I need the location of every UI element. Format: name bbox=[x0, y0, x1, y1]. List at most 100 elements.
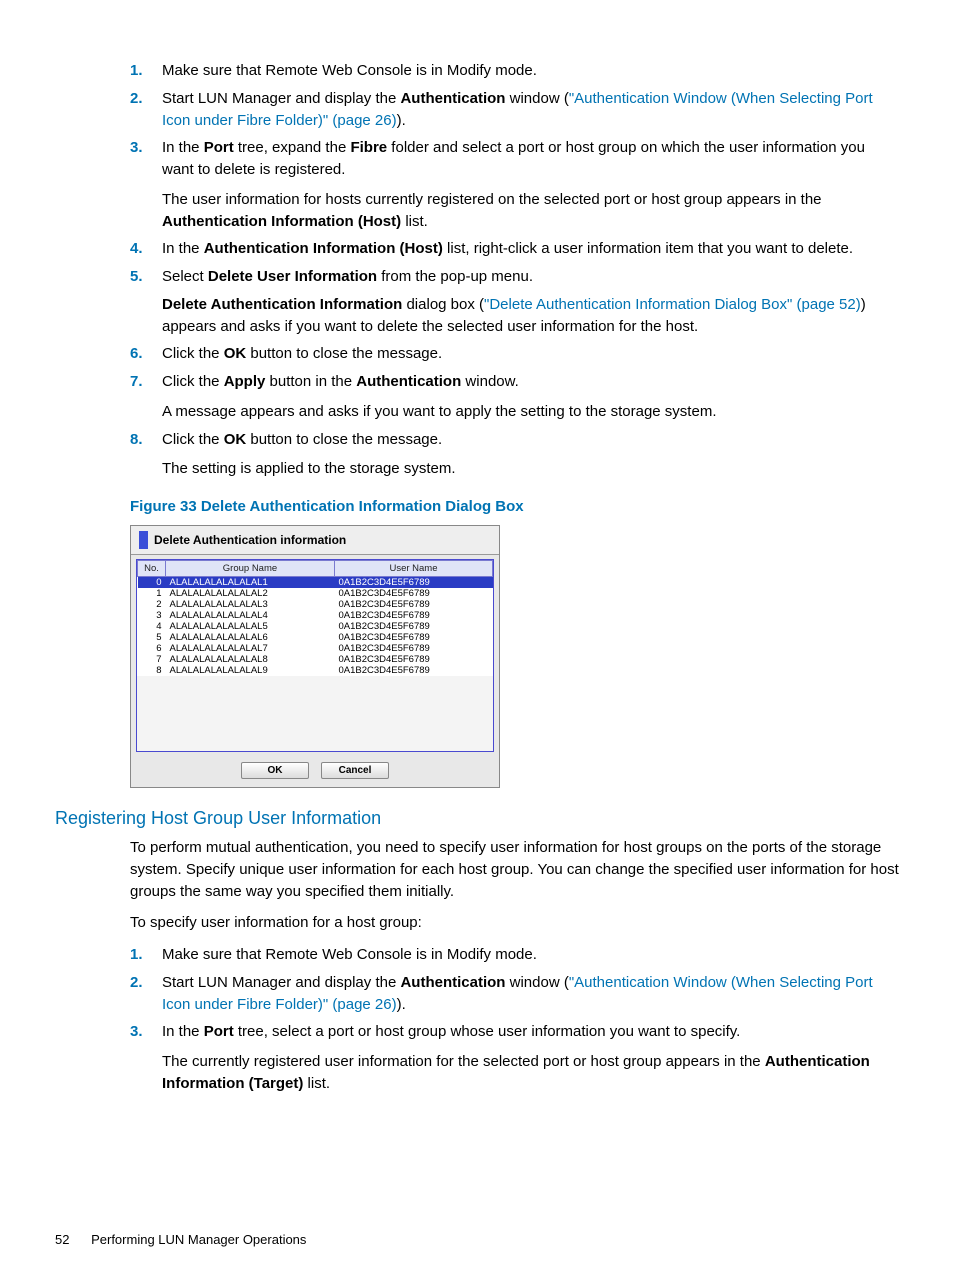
cell-user: 0A1B2C3D4E5F6789 bbox=[334, 621, 492, 632]
text: Click the bbox=[162, 373, 224, 390]
text: tree, expand the bbox=[234, 139, 351, 156]
cell-group: ALALALALALALALAL9 bbox=[166, 665, 335, 676]
cell-group: ALALALALALALALAL3 bbox=[166, 599, 335, 610]
step-number: 2. bbox=[130, 88, 162, 110]
steps-list-2: 1. Make sure that Remote Web Console is … bbox=[130, 944, 899, 1095]
table-row[interactable]: 8ALALALALALALALAL90A1B2C3D4E5F6789 bbox=[138, 665, 493, 676]
text: button to close the message. bbox=[246, 345, 442, 362]
page-number: 52 bbox=[55, 1232, 69, 1247]
figure-caption: Figure 33 Delete Authentication Informat… bbox=[130, 498, 899, 515]
text: In the bbox=[162, 1023, 204, 1040]
step-number: 5. bbox=[130, 266, 162, 288]
table-row[interactable]: 7ALALALALALALALAL80A1B2C3D4E5F6789 bbox=[138, 654, 493, 665]
page-footer: 52 Performing LUN Manager Operations bbox=[55, 1232, 306, 1247]
bold: Authentication Information (Host) bbox=[162, 213, 401, 230]
delete-auth-dialog: Delete Authentication information No. Gr… bbox=[130, 525, 500, 788]
steps-list-1: 1. Make sure that Remote Web Console is … bbox=[130, 60, 899, 480]
text: button to close the message. bbox=[246, 431, 442, 448]
step-number: 3. bbox=[130, 1021, 162, 1043]
dialog-title-label: Delete Authentication information bbox=[154, 533, 346, 547]
cell-group: ALALALALALALALAL2 bbox=[166, 588, 335, 599]
text: Click the bbox=[162, 431, 224, 448]
cell-group: ALALALALALALALAL4 bbox=[166, 610, 335, 621]
col-no: No. bbox=[138, 561, 166, 577]
text: In the bbox=[162, 139, 204, 156]
cell-no: 0 bbox=[138, 577, 166, 589]
cell-user: 0A1B2C3D4E5F6789 bbox=[334, 632, 492, 643]
link-delete-auth-dialog[interactable]: "Delete Authentication Information Dialo… bbox=[484, 296, 861, 313]
bold: Authentication bbox=[400, 974, 505, 991]
cell-group: ALALALALALALALAL5 bbox=[166, 621, 335, 632]
text: Start LUN Manager and display the bbox=[162, 974, 400, 991]
step-number: 3. bbox=[130, 137, 162, 159]
cell-group: ALALALALALALALAL6 bbox=[166, 632, 335, 643]
section-heading: Registering Host Group User Information bbox=[55, 808, 899, 829]
cancel-button[interactable]: Cancel bbox=[321, 762, 389, 779]
step-body: Click the OK button to close the message… bbox=[162, 343, 899, 365]
bold: Delete User Information bbox=[208, 268, 377, 285]
step-body: Make sure that Remote Web Console is in … bbox=[162, 60, 899, 82]
step-number: 6. bbox=[130, 343, 162, 365]
text: ). bbox=[397, 996, 406, 1013]
bold: OK bbox=[224, 431, 247, 448]
text: from the pop-up menu. bbox=[377, 268, 533, 285]
cell-user: 0A1B2C3D4E5F6789 bbox=[334, 610, 492, 621]
step-body: In the Port tree, select a port or host … bbox=[162, 1021, 899, 1094]
text: The setting is applied to the storage sy… bbox=[162, 460, 456, 477]
bold: Authentication bbox=[356, 373, 461, 390]
bold: OK bbox=[224, 345, 247, 362]
col-user: User Name bbox=[334, 561, 492, 577]
text: window ( bbox=[505, 90, 568, 107]
step-body: In the Port tree, expand the Fibre folde… bbox=[162, 137, 899, 232]
text: window ( bbox=[505, 974, 568, 991]
col-group: Group Name bbox=[166, 561, 335, 577]
step-body: Start LUN Manager and display the Authen… bbox=[162, 972, 899, 1016]
text: Click the bbox=[162, 345, 224, 362]
step-number: 2. bbox=[130, 972, 162, 994]
text: Make sure that Remote Web Console is in … bbox=[162, 946, 537, 963]
table-row[interactable]: 5ALALALALALALALAL60A1B2C3D4E5F6789 bbox=[138, 632, 493, 643]
text: ). bbox=[397, 112, 406, 129]
cell-no: 5 bbox=[138, 632, 166, 643]
cell-group: ALALALALALALALAL8 bbox=[166, 654, 335, 665]
table-row[interactable]: 1ALALALALALALALAL20A1B2C3D4E5F6789 bbox=[138, 588, 493, 599]
table-row[interactable]: 0ALALALALALALALAL10A1B2C3D4E5F6789 bbox=[138, 577, 493, 589]
bold: Delete Authentication Information bbox=[162, 296, 402, 313]
cell-no: 2 bbox=[138, 599, 166, 610]
dialog-title-bar: Delete Authentication information bbox=[131, 526, 499, 555]
step-number: 7. bbox=[130, 371, 162, 393]
table-row[interactable]: 3ALALALALALALALAL40A1B2C3D4E5F6789 bbox=[138, 610, 493, 621]
bold: Apply bbox=[224, 373, 266, 390]
text: In the bbox=[162, 240, 204, 257]
text: The currently registered user informatio… bbox=[162, 1053, 765, 1070]
text: Make sure that Remote Web Console is in … bbox=[162, 62, 537, 79]
text: A message appears and asks if you want t… bbox=[162, 403, 716, 420]
cell-user: 0A1B2C3D4E5F6789 bbox=[334, 654, 492, 665]
footer-title: Performing LUN Manager Operations bbox=[91, 1232, 306, 1247]
bold: Port bbox=[204, 139, 234, 156]
cell-no: 6 bbox=[138, 643, 166, 654]
table-row[interactable]: 2ALALALALALALALAL30A1B2C3D4E5F6789 bbox=[138, 599, 493, 610]
step-number: 8. bbox=[130, 429, 162, 451]
dialog-table: No. Group Name User Name 0ALALALALALALAL… bbox=[137, 560, 493, 676]
text: The user information for hosts currently… bbox=[162, 191, 822, 208]
cell-no: 8 bbox=[138, 665, 166, 676]
text: Start LUN Manager and display the bbox=[162, 90, 400, 107]
text: list. bbox=[401, 213, 428, 230]
table-row[interactable]: 6ALALALALALALALAL70A1B2C3D4E5F6789 bbox=[138, 643, 493, 654]
accent-bar-icon bbox=[139, 531, 148, 549]
step-number: 1. bbox=[130, 60, 162, 82]
bold: Fibre bbox=[350, 139, 387, 156]
step-body: Click the Apply button in the Authentica… bbox=[162, 371, 899, 423]
text: dialog box ( bbox=[402, 296, 484, 313]
cell-no: 7 bbox=[138, 654, 166, 665]
cell-user: 0A1B2C3D4E5F6789 bbox=[334, 599, 492, 610]
paragraph: To specify user information for a host g… bbox=[130, 912, 899, 934]
cell-group: ALALALALALALALAL7 bbox=[166, 643, 335, 654]
table-row[interactable]: 4ALALALALALALALAL50A1B2C3D4E5F6789 bbox=[138, 621, 493, 632]
step-number: 4. bbox=[130, 238, 162, 260]
ok-button[interactable]: OK bbox=[241, 762, 309, 779]
cell-user: 0A1B2C3D4E5F6789 bbox=[334, 588, 492, 599]
cell-no: 4 bbox=[138, 621, 166, 632]
text: list, right-click a user information ite… bbox=[443, 240, 853, 257]
